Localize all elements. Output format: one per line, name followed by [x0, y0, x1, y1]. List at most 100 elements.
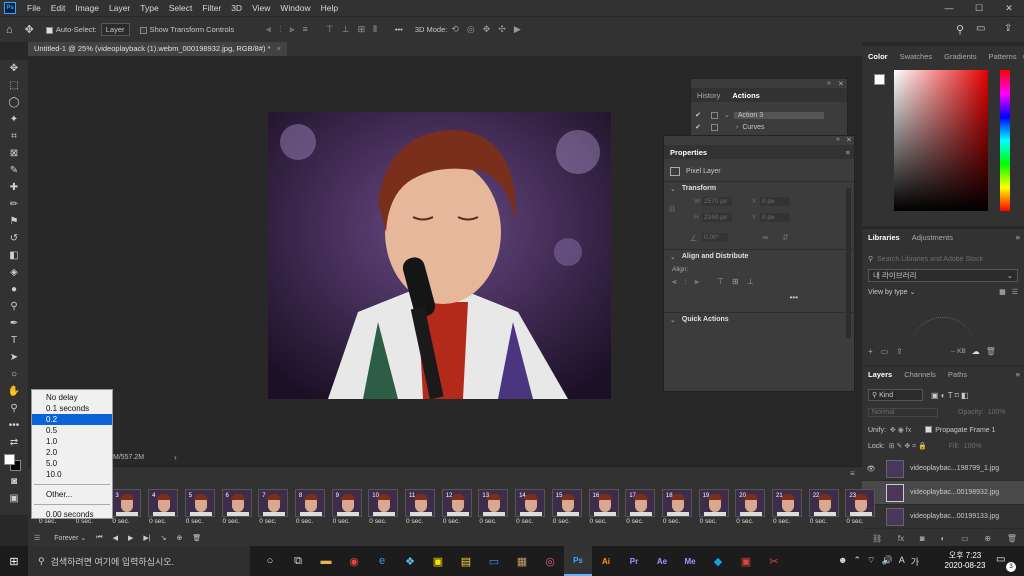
- close-tab-icon[interactable]: ×: [277, 44, 281, 53]
- 3d-pan-icon[interactable]: ✥: [483, 24, 491, 35]
- share-icon[interactable]: ⇪: [1004, 23, 1012, 34]
- 3d-orbit-icon[interactable]: ⟲: [451, 24, 459, 35]
- tab-paths[interactable]: Paths: [942, 370, 973, 379]
- panel-menu-icon[interactable]: ≡: [1016, 233, 1020, 242]
- menu-file[interactable]: File: [22, 3, 46, 13]
- brush-tool-icon[interactable]: ✏: [0, 196, 28, 213]
- path-selection-tool-icon[interactable]: ➤: [0, 349, 28, 366]
- width-field[interactable]: 2570 px: [702, 197, 732, 206]
- menu-edit[interactable]: Edit: [46, 3, 71, 13]
- next-frame-button[interactable]: ▶|: [143, 534, 150, 542]
- propagate-checkbox[interactable]: [925, 426, 935, 434]
- timeline-frame[interactable]: 10 0 sec.: [366, 487, 402, 525]
- media-encoder-icon[interactable]: Me: [676, 546, 704, 576]
- app-icon[interactable]: ✂: [760, 546, 788, 576]
- timeline-frame[interactable]: 21 0 sec.: [770, 487, 806, 525]
- timeline-frame[interactable]: 12 0 sec.: [440, 487, 476, 525]
- delay-option-selected[interactable]: 0.2: [32, 414, 112, 425]
- tab-channels[interactable]: Channels: [898, 370, 942, 379]
- quick-actions-header[interactable]: ⌄ Quick Actions: [664, 312, 854, 326]
- duplicate-frame-button[interactable]: ⊕: [176, 534, 182, 542]
- quick-mask-icon[interactable]: ◙: [0, 473, 28, 490]
- menu-view[interactable]: View: [247, 3, 275, 13]
- fill-field[interactable]: 100%: [964, 443, 982, 450]
- timeline-frame[interactable]: 20 0 sec.: [733, 487, 769, 525]
- timeline-frame[interactable]: 15 0 sec.: [550, 487, 586, 525]
- delete-frame-button[interactable]: 🗑: [192, 534, 201, 542]
- ime-indicator[interactable]: A: [899, 555, 905, 568]
- delay-option-other[interactable]: Other...: [32, 489, 112, 500]
- move-tool-icon[interactable]: ✥: [25, 23, 34, 36]
- edge-icon[interactable]: e: [368, 546, 396, 576]
- align-more-button[interactable]: •••: [664, 293, 798, 302]
- y-field[interactable]: 0 px: [760, 213, 790, 222]
- menu-select[interactable]: Select: [164, 3, 198, 13]
- crop-tool-icon[interactable]: ⌗: [0, 128, 28, 145]
- frame-delay-dropdown[interactable]: 0 sec.: [112, 518, 129, 525]
- blend-mode-dropdown[interactable]: Normal: [868, 407, 938, 417]
- stamp-tool-icon[interactable]: ⚑: [0, 213, 28, 230]
- search-icon[interactable]: ⚲: [956, 23, 964, 36]
- clock[interactable]: 오후 7:23 2020-08-23: [942, 550, 988, 570]
- blur-tool-icon[interactable]: ●: [0, 281, 28, 298]
- workspace-icon[interactable]: ▭: [976, 23, 985, 34]
- align-buttons[interactable]: ⫷ ⫶ ⫸ ≡ ⊤ ⊥ ⊞ ⫴: [262, 24, 381, 35]
- magic-wand-tool-icon[interactable]: ✦: [0, 111, 28, 128]
- timeline-frame[interactable]: 9 0 sec.: [330, 487, 366, 525]
- zoom-app-icon[interactable]: ▭: [480, 546, 508, 576]
- upload-icon[interactable]: ⇪: [896, 347, 903, 356]
- collapse-panel-icon[interactable]: »: [836, 136, 840, 143]
- more-options-button[interactable]: •••: [395, 25, 403, 34]
- paint-bucket-tool-icon[interactable]: ◈: [0, 264, 28, 281]
- app-icon[interactable]: ▣: [732, 546, 760, 576]
- filter-kind-dropdown[interactable]: ⚲ Kind: [868, 389, 923, 401]
- tab-swatches[interactable]: Swatches: [894, 52, 939, 61]
- timeline-frame[interactable]: 23 0 sec.: [843, 487, 879, 525]
- group-icon[interactable]: ▭: [961, 534, 969, 543]
- timeline-frame[interactable]: 7 0 sec.: [256, 487, 292, 525]
- timeline-menu-icon[interactable]: ☰: [34, 534, 40, 542]
- link-icon[interactable]: ⛓: [668, 205, 676, 213]
- frame-tool-icon[interactable]: ⊠: [0, 145, 28, 162]
- align-buttons[interactable]: ⫷ ⫶ ⫸ ⊤ ⊞ ⊥: [672, 277, 854, 287]
- color-field[interactable]: [894, 70, 988, 211]
- menu-window[interactable]: Window: [275, 3, 315, 13]
- chrome-icon[interactable]: ◉: [340, 546, 368, 576]
- grid-view-icon[interactable]: ▦: [999, 288, 1006, 296]
- layer-filter-icons[interactable]: ▣ ◐ T ⌑ ◧: [931, 391, 969, 400]
- tab-color[interactable]: Color: [862, 52, 894, 61]
- timeline-frame[interactable]: 5 0 sec.: [183, 487, 219, 525]
- timeline-frame[interactable]: 4 0 sec.: [146, 487, 182, 525]
- library-search[interactable]: ⚲ Search Libraries and Adobe Stock: [868, 251, 1024, 267]
- transform-section-header[interactable]: ⌄ Transform: [664, 181, 854, 195]
- illustrator-icon[interactable]: Ai: [592, 546, 620, 576]
- menu-filter[interactable]: Filter: [197, 3, 226, 13]
- properties-title[interactable]: Properties: [664, 148, 713, 157]
- menu-layer[interactable]: Layer: [104, 3, 135, 13]
- frame-delay-dropdown[interactable]: 0 sec.: [479, 518, 496, 525]
- frame-delay-dropdown[interactable]: 0 sec.: [663, 518, 680, 525]
- panel-menu-icon[interactable]: ≡: [1016, 370, 1020, 379]
- user-icon[interactable]: ☻: [838, 555, 847, 568]
- color-swatches[interactable]: [0, 451, 28, 473]
- windows-start-icon[interactable]: ⊞: [0, 546, 28, 576]
- tab-adjustments[interactable]: Adjustments: [906, 233, 959, 242]
- app-icon[interactable]: ◆: [704, 546, 732, 576]
- auto-select-checkbox[interactable]: [45, 25, 56, 34]
- frame-delay-dropdown[interactable]: 0 sec.: [516, 518, 533, 525]
- close-panel-icon[interactable]: ✕: [846, 136, 852, 144]
- mask-icon[interactable]: ◙: [920, 534, 925, 543]
- marquee-tool-icon[interactable]: ⬚: [0, 77, 28, 94]
- folder-icon[interactable]: ▭: [881, 347, 889, 356]
- lasso-tool-icon[interactable]: ◯: [0, 94, 28, 111]
- frame-delay-dropdown[interactable]: 0 sec.: [553, 518, 570, 525]
- hand-tool-icon[interactable]: ✋: [0, 383, 28, 400]
- delay-option[interactable]: 1.0: [32, 436, 112, 447]
- add-icon[interactable]: +: [868, 347, 873, 356]
- menu-type[interactable]: Type: [135, 3, 163, 13]
- timeline-frame[interactable]: 11 0 sec.: [403, 487, 439, 525]
- frame-delay-dropdown[interactable]: 0 sec.: [223, 518, 240, 525]
- app-icon[interactable]: ▦: [508, 546, 536, 576]
- timeline-frame[interactable]: 18 0 sec.: [660, 487, 696, 525]
- tab-libraries[interactable]: Libraries: [862, 233, 906, 242]
